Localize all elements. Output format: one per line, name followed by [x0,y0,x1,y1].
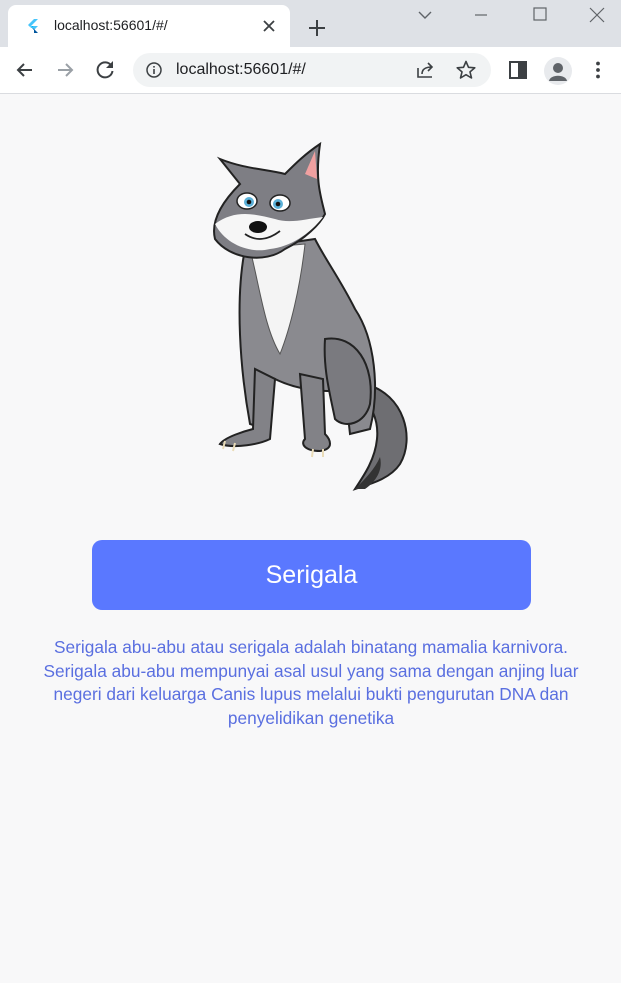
share-icon[interactable] [415,59,437,81]
tab-search-chevron-icon[interactable] [414,4,436,26]
url-text[interactable]: localhost:56601/#/ [176,61,306,79]
tab-title: localhost:56601/#/ [54,17,168,33]
bookmark-star-icon[interactable] [455,59,477,81]
wolf-illustration [213,141,408,491]
profile-avatar[interactable] [544,57,572,85]
new-tab-icon[interactable] [304,15,330,41]
back-icon[interactable] [12,57,38,83]
animal-name: Serigala [265,560,358,589]
flutter-icon [28,19,38,33]
side-panel-icon[interactable] [505,57,531,83]
tab-strip: localhost:56601/#/ [0,0,621,47]
site-info-icon[interactable] [145,61,163,79]
animal-name-card: Serigala [92,540,531,610]
close-window-icon[interactable] [586,4,608,26]
minimize-icon[interactable] [470,4,492,26]
browser-toolbar: localhost:56601/#/ [0,47,621,94]
app-page: Serigala Serigala abu-abu atau serigala … [0,94,621,983]
reload-icon[interactable] [92,57,118,83]
address-bar[interactable]: localhost:56601/#/ [133,53,491,87]
forward-icon[interactable] [52,57,78,83]
person-icon [549,63,567,81]
animal-description: Serigala abu-abu atau serigala adalah bi… [43,637,579,728]
maximize-icon[interactable] [529,4,551,26]
browser-tab[interactable]: localhost:56601/#/ [8,5,290,47]
close-tab-icon[interactable] [259,16,279,36]
more-menu-icon[interactable] [585,57,611,83]
